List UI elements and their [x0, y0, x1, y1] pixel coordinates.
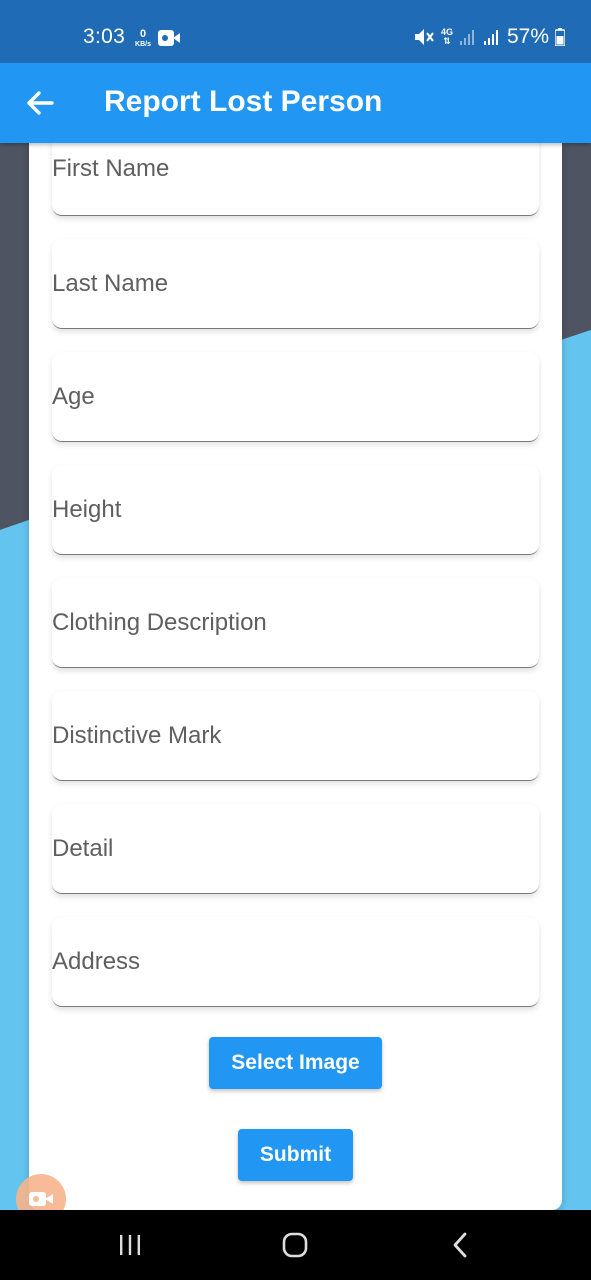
- arrow-left-icon: [27, 91, 54, 115]
- recent-apps-button[interactable]: [110, 1228, 150, 1262]
- distinctive-mark-field[interactable]: [52, 691, 539, 781]
- mute-icon: [413, 27, 435, 47]
- network-speed: 0 KB/s: [132, 28, 154, 49]
- status-bar: 3:03 0 KB/s 4G ⇅ 57%: [0, 0, 591, 63]
- battery-percent: 57%: [506, 25, 549, 48]
- age-field[interactable]: [52, 352, 539, 442]
- video-camera-icon: [29, 1192, 53, 1206]
- address-field[interactable]: [52, 917, 539, 1007]
- distinctive-mark-input[interactable]: [52, 691, 539, 780]
- clothing-description-input[interactable]: [52, 578, 539, 667]
- submit-button[interactable]: Submit: [238, 1129, 353, 1181]
- signal-icon: [459, 28, 477, 46]
- last-name-field[interactable]: [52, 239, 539, 329]
- last-name-input[interactable]: [52, 239, 539, 328]
- navigation-bar: [0, 1210, 591, 1280]
- detail-field[interactable]: [52, 804, 539, 894]
- status-time: 3:03: [83, 25, 126, 48]
- home-icon: [282, 1232, 308, 1258]
- status-icons: 4G ⇅ 57%: [413, 25, 565, 49]
- clothing-description-field[interactable]: [52, 578, 539, 668]
- video-camera-icon: [158, 29, 180, 52]
- page-title: Report Lost Person: [104, 85, 383, 118]
- recent-apps-icon: [120, 1235, 140, 1255]
- back-button[interactable]: [22, 85, 58, 121]
- battery-icon: [555, 28, 565, 46]
- network-speed-value: 0: [139, 28, 147, 40]
- chevron-left-icon: [453, 1232, 467, 1258]
- select-image-button[interactable]: Select Image: [209, 1037, 382, 1089]
- address-input[interactable]: [52, 917, 539, 1006]
- height-input[interactable]: [52, 465, 539, 554]
- network-type-icon: 4G ⇅: [440, 27, 453, 46]
- detail-input[interactable]: [52, 804, 539, 893]
- height-field[interactable]: [52, 465, 539, 555]
- home-button[interactable]: [275, 1228, 315, 1262]
- network-speed-unit: KB/s: [135, 41, 151, 48]
- signal-icon: [483, 28, 501, 46]
- age-input[interactable]: [52, 352, 539, 441]
- nav-back-button[interactable]: [441, 1228, 481, 1262]
- app-bar: Report Lost Person: [0, 63, 591, 143]
